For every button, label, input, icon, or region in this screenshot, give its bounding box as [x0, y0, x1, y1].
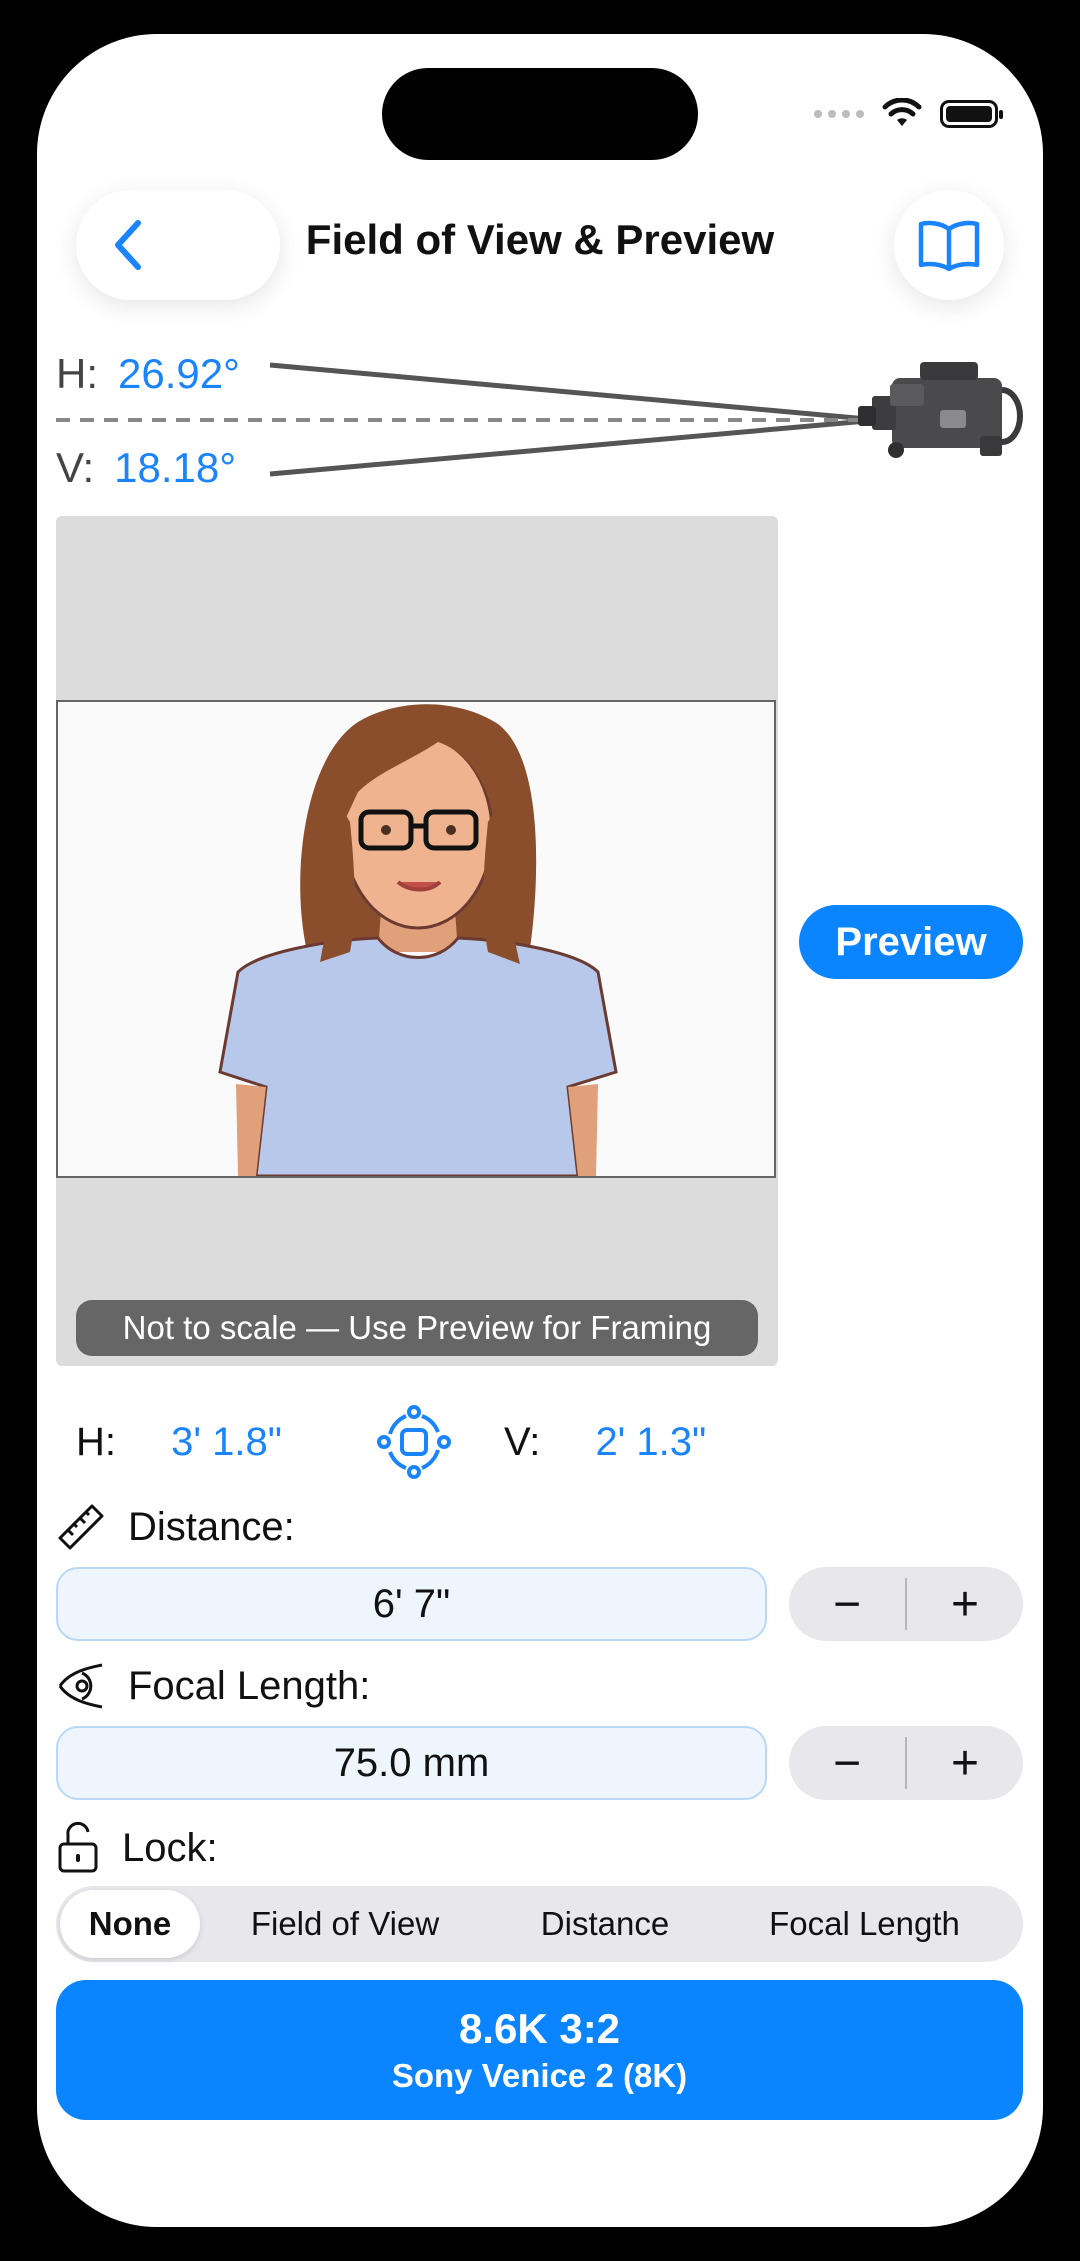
h-size-value: 3' 1.8": [171, 1420, 282, 1464]
lock-open-icon: [58, 1822, 98, 1873]
focal-length-decrement-button[interactable]: −: [789, 1726, 905, 1800]
ruler-icon: [58, 1504, 104, 1550]
book-icon: [918, 220, 980, 271]
vertical-size: V: 2' 1.3": [504, 1420, 706, 1465]
framing-diagram: Not to scale — Use Preview for Framing: [56, 516, 778, 1366]
eye-icon: [58, 1663, 103, 1709]
focal-length-stepper[interactable]: − +: [789, 1726, 1023, 1800]
chevron-left-icon: [115, 220, 141, 270]
video-camera-icon: [858, 362, 1023, 458]
guide-button[interactable]: [894, 190, 1004, 300]
lock-option-field-of-view[interactable]: Field of View: [200, 1890, 490, 1958]
distance-stepper[interactable]: − +: [789, 1567, 1023, 1641]
camera-model: Sony Venice 2 (8K): [391, 2057, 688, 2094]
lock-label: Lock:: [122, 1825, 218, 1870]
distance-field[interactable]: 6' 7": [56, 1567, 767, 1641]
focal-length-label: Focal Length:: [128, 1663, 371, 1708]
fov-top-line: [269, 362, 879, 423]
fov-bottom-line: [269, 417, 879, 477]
distance-increment-button[interactable]: +: [907, 1567, 1023, 1641]
scale-note: Not to scale — Use Preview for Framing: [76, 1300, 758, 1356]
distance-label-row: Distance:: [56, 1502, 295, 1552]
cellular-signal-icon: [814, 110, 864, 118]
h-size-label: H:: [76, 1420, 116, 1464]
focal-length-increment-button[interactable]: +: [907, 1726, 1023, 1800]
swap-orientation-icon[interactable]: [376, 1404, 452, 1480]
focal-length-field[interactable]: 75.0 mm: [56, 1726, 767, 1800]
fov-diagram: [56, 362, 1023, 477]
lock-option-none[interactable]: None: [60, 1890, 200, 1958]
camera-format: 8.6K 3:2: [458, 2005, 621, 2052]
lock-segmented-control[interactable]: None Field of View Distance Focal Length: [56, 1886, 1023, 1962]
subject-illustration: [218, 704, 618, 1176]
lock-label-row: Lock:: [56, 1822, 218, 1874]
camera-format-button[interactable]: 8.6K 3:2 Sony Venice 2 (8K): [56, 1980, 1023, 2120]
distance-decrement-button[interactable]: −: [789, 1567, 905, 1641]
back-button[interactable]: [76, 190, 280, 300]
preview-button[interactable]: Preview: [799, 905, 1023, 979]
distance-label: Distance:: [128, 1504, 295, 1549]
dynamic-island: [382, 68, 698, 160]
horizontal-size: H: 3' 1.8": [76, 1420, 282, 1465]
battery-icon: [940, 100, 1003, 128]
page-title: Field of View & Preview: [305, 216, 775, 263]
lock-option-focal-length[interactable]: Focal Length: [720, 1890, 1009, 1958]
frame-area: [56, 700, 776, 1178]
status-bar: [814, 98, 1003, 130]
wifi-icon: [882, 98, 922, 126]
v-size-value: 2' 1.3": [595, 1420, 707, 1464]
v-size-label: V:: [504, 1420, 541, 1464]
focal-length-label-row: Focal Length:: [56, 1661, 370, 1711]
lock-option-distance[interactable]: Distance: [490, 1890, 720, 1958]
